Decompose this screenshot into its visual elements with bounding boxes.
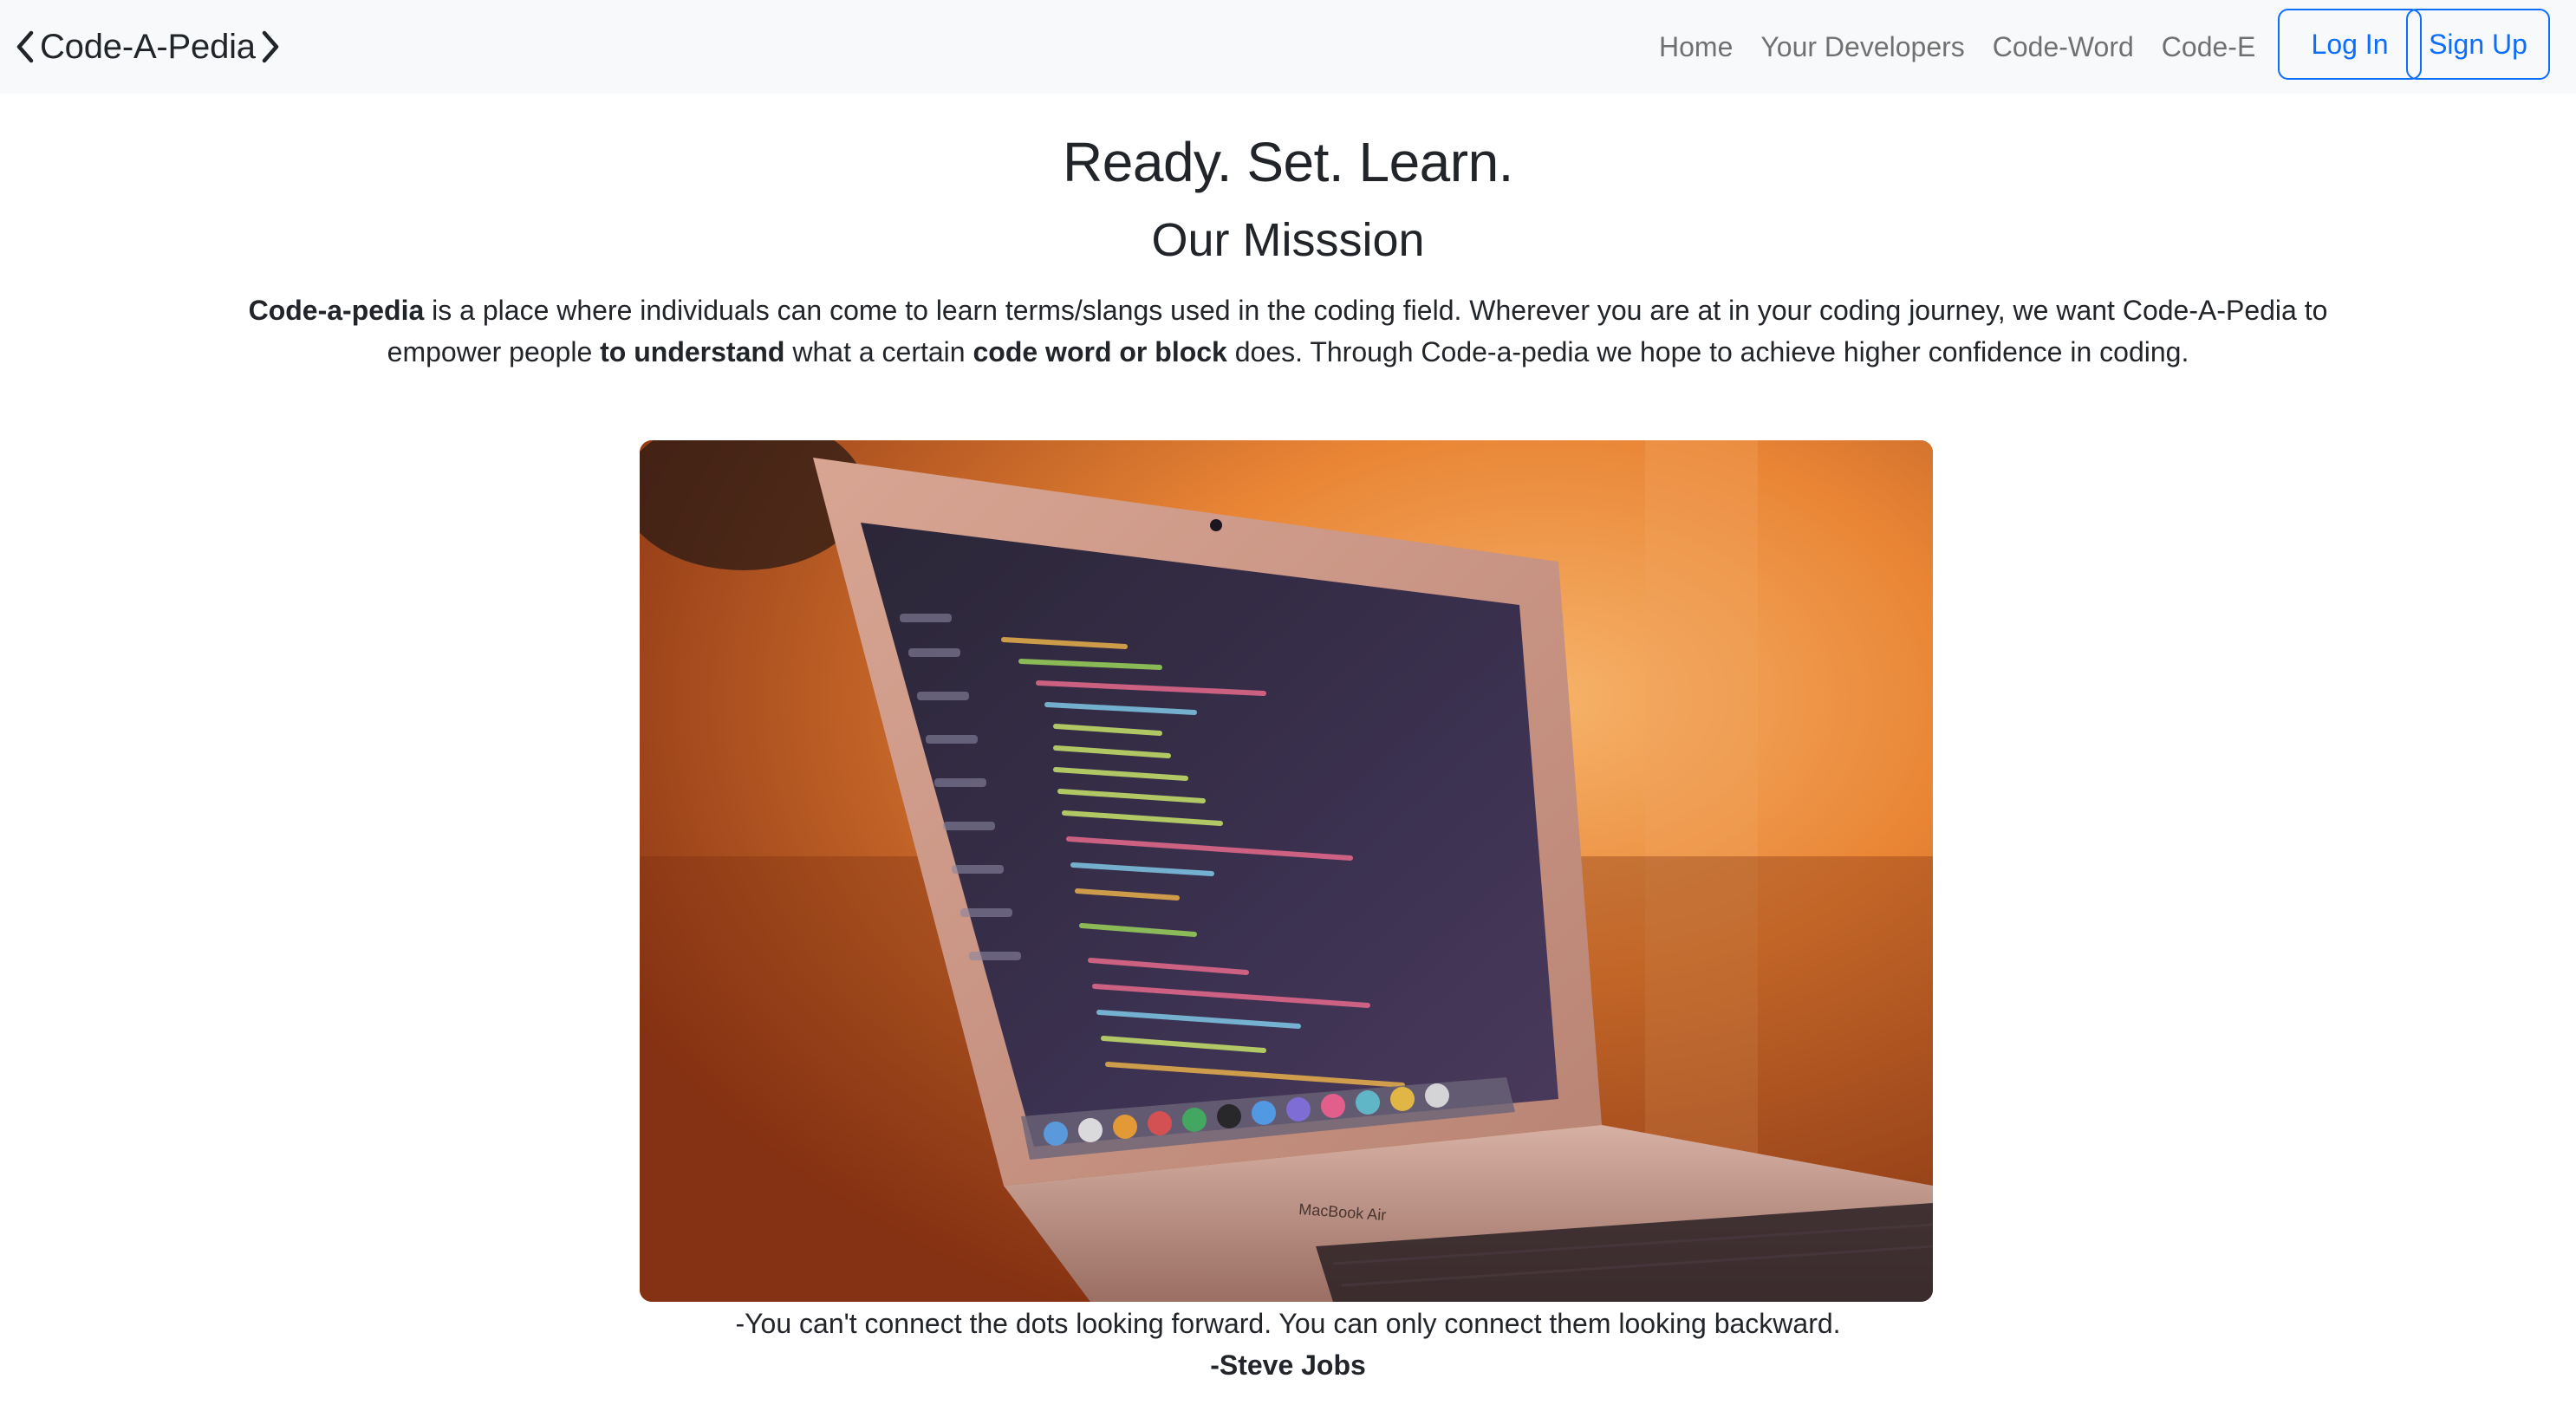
nav-link-code-e[interactable]: Code-E: [2148, 31, 2264, 63]
hero-title: Ready. Set. Learn.: [1063, 131, 1513, 193]
mission-part-end: does. Through Code-a-pedia we hope to ac…: [1226, 336, 2189, 367]
nav-link-home[interactable]: Home: [1647, 31, 1747, 63]
chevron-left-icon: [14, 29, 36, 64]
mission-part-understand: to understand: [600, 336, 785, 367]
mission-part-middle: what a certain: [784, 336, 973, 367]
nav-link-your-developers[interactable]: Your Developers: [1747, 31, 1978, 63]
mission-text: Code-a-pedia is a place where individual…: [208, 289, 2368, 373]
mission-title: Our Misssion: [1151, 214, 1425, 266]
laptop-with-code-photo: MacBook Air: [640, 440, 1933, 1302]
chevron-right-icon: [259, 29, 282, 64]
nav-link-code-word[interactable]: Code-Word: [1979, 31, 2148, 63]
quote-author: -Steve Jobs: [1210, 1349, 1366, 1381]
mission-part-brand: Code-a-pedia: [248, 295, 425, 326]
login-button[interactable]: Log In: [2278, 9, 2422, 80]
quote-text: -You can't connect the dots looking forw…: [735, 1308, 1841, 1339]
navbar: Code-A-Pedia Home Your Developers Code-W…: [0, 0, 2576, 94]
signup-button[interactable]: Sign Up: [2406, 9, 2550, 80]
mission-part-code-word: code word or block: [973, 336, 1227, 367]
brand-label: Code-A-Pedia: [40, 27, 256, 66]
brand-link[interactable]: Code-A-Pedia: [14, 0, 282, 94]
nav-links: Home Your Developers Code-Word Code-E: [1647, 0, 2264, 94]
